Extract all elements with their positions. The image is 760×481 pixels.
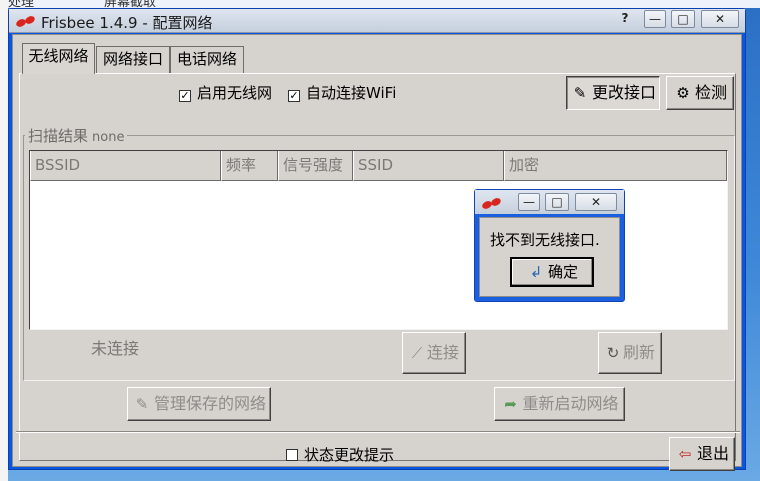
frisbee-logo-icon [482, 198, 501, 209]
maximize-button[interactable]: □ [671, 10, 695, 28]
refresh-icon: ↻ [606, 344, 620, 362]
tab-phone-network[interactable]: 电话网络 [170, 46, 244, 73]
close-button[interactable]: ✕ [701, 10, 739, 28]
scan-results-value: none [92, 130, 125, 145]
scan-results-label: 扫描结果 none [25, 125, 128, 146]
wrench-icon: ✎ [135, 395, 149, 413]
restart-arrow-icon: ➦ [504, 395, 517, 413]
desktop-top-strip: 处理 屏幕截取 [0, 0, 760, 8]
dialog-body: 找不到无线接口. ↲ 确定 [479, 217, 620, 297]
tab-wireless[interactable]: 无线网络 [22, 43, 95, 74]
frisbee-logo-icon [16, 16, 35, 27]
wrench-icon: ✎ [573, 84, 587, 102]
error-dialog: — □ ✕ 找不到无线接口. ↲ 确定 [474, 189, 625, 302]
auto-connect-wifi-checkbox[interactable]: ✓ 自动连接WiFi [288, 84, 396, 102]
desktop-label: 处理 [8, 0, 35, 8]
change-interface-label: 更改接口 [591, 83, 656, 102]
refresh-label: 刷新 [622, 343, 655, 362]
connect-button[interactable]: ⟋ 连接 [402, 332, 466, 374]
dialog-message: 找不到无线接口. [490, 231, 600, 249]
dialog-maximize-button[interactable]: □ [545, 193, 569, 211]
ok-label: 确定 [547, 263, 578, 281]
connection-status: 未连接 [91, 339, 140, 358]
detect-button[interactable]: ⚙ 检测 [666, 76, 734, 110]
status-change-hint-label: 状态更改提示 [304, 446, 395, 464]
refresh-button[interactable]: ↻ 刷新 [598, 332, 662, 374]
scan-results-title: 扫描结果 [28, 127, 89, 145]
help-button[interactable]: ? [615, 10, 635, 28]
window-client-area: 无线网络 网络接口 电话网络 ✓ 启用无线网 ✓ 自动连接WiFi ✎ 更改接口 ⚙ 检… [12, 34, 742, 471]
main-window: Frisbee 1.4.9 - 配置网络 ? — □ ✕ 无线网络 网络接口 电… [8, 8, 746, 471]
gears-icon: ⚙ [676, 84, 690, 102]
column-header-ssid[interactable]: SSID [353, 151, 504, 181]
manage-saved-networks-label: 管理保存的网络 [153, 394, 266, 413]
footer-separator [16, 431, 740, 433]
column-header-signal-strength[interactable]: 信号强度 [278, 151, 353, 181]
tab-network-interface[interactable]: 网络接口 [96, 46, 170, 73]
title-bar[interactable]: Frisbee 1.4.9 - 配置网络 ? — □ ✕ [9, 9, 745, 33]
enable-wireless-checkbox[interactable]: ✓ 启用无线网 [179, 84, 272, 102]
detect-label: 检测 [694, 83, 727, 102]
dialog-close-button[interactable]: ✕ [575, 193, 617, 211]
dialog-minimize-button[interactable]: — [518, 193, 540, 211]
dialog-title-bar[interactable]: — □ ✕ [475, 190, 624, 214]
minimize-button[interactable]: — [644, 10, 666, 28]
exit-door-icon: ⇦ [678, 445, 692, 463]
desktop-left-strip [0, 0, 8, 481]
column-header-frequency[interactable]: 频率 [221, 151, 278, 181]
checkbox-box[interactable]: ✓ [179, 90, 191, 102]
exit-label: 退出 [696, 444, 729, 463]
window-title: Frisbee 1.4.9 - 配置网络 [41, 14, 213, 32]
manage-saved-networks-button[interactable]: ✎ 管理保存的网络 [127, 387, 271, 421]
column-header-encryption[interactable]: 加密 [504, 151, 727, 181]
ok-button[interactable]: ↲ 确定 [510, 257, 594, 287]
checkbox-box[interactable]: ✓ [288, 90, 300, 102]
desktop-label: 屏幕截取 [104, 0, 157, 8]
restart-network-label: 重新启动网络 [522, 394, 619, 413]
status-change-hint-checkbox[interactable]: 状态更改提示 [286, 446, 394, 464]
connect-icon: ⟋ [411, 344, 423, 362]
checkbox-box[interactable] [286, 449, 298, 461]
connect-label: 连接 [426, 343, 459, 362]
change-interface-button[interactable]: ✎ 更改接口 [566, 76, 660, 110]
enter-arrow-icon: ↲ [529, 263, 543, 281]
exit-button[interactable]: ⇦ 退出 [669, 437, 735, 471]
restart-network-button[interactable]: ➦ 重新启动网络 [494, 387, 625, 421]
column-header-bssid[interactable]: BSSID [30, 151, 221, 181]
auto-connect-wifi-label: 自动连接WiFi [306, 84, 397, 102]
enable-wireless-label: 启用无线网 [197, 84, 273, 102]
